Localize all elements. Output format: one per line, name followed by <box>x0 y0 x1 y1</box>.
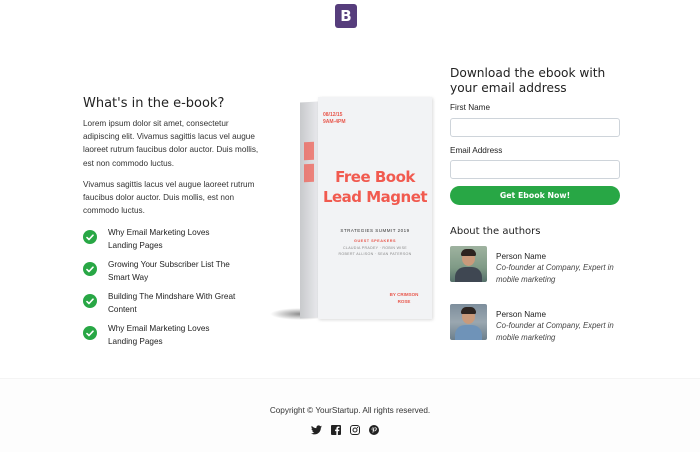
feature-item: Why Email Marketing Loves Landing Pages <box>83 227 263 252</box>
cover-title: Free Book Lead Magnet <box>318 167 432 207</box>
feature-label: Building The Mindshare With Great Conten… <box>108 292 236 314</box>
social-links <box>311 424 379 435</box>
author-role: Co-founder at Company, Expert in mobile … <box>496 321 614 342</box>
copyright-text: Copyright © YourStartup. All rights rese… <box>269 406 431 415</box>
contents-heading: What's in the e-book? <box>83 96 225 111</box>
logo-letter: B <box>340 7 352 25</box>
signup-heading: Download the ebook with your email addre… <box>450 66 606 95</box>
feature-item: Why Email Marketing Loves Landing Pages <box>83 323 263 348</box>
ebook-cover: 08/12/15 9AM-4PM Free Book Lead Magnet S… <box>318 97 432 319</box>
cover-speakers: CLAUDIA PRADEY · ROBIN WISE ROBERT ALLIS… <box>328 246 422 257</box>
cover-author: BY CRIMSON ROSE <box>384 292 424 305</box>
feature-label: Why Email Marketing Loves Landing Pages <box>108 228 210 250</box>
instagram-icon[interactable] <box>349 424 360 435</box>
cover-title-line-1: Free Book <box>335 168 415 186</box>
check-circle-icon <box>83 262 97 277</box>
book-spine <box>300 101 318 319</box>
feature-label: Growing Your Subscriber List The Smart W… <box>108 260 230 282</box>
cover-date-day: 08/12/15 <box>323 112 343 118</box>
author-card: Person Name Co-founder at Company, Exper… <box>450 304 620 343</box>
check-circle-icon <box>83 326 97 341</box>
bootstrap-logo[interactable]: B <box>335 4 357 28</box>
first-name-input[interactable] <box>450 118 620 137</box>
cover-summit: STRATEGIES SUMMIT 2019 <box>340 228 410 233</box>
cover-speakers-line-2: ROBERT ALLISON · SEAN PATERSON <box>338 251 412 256</box>
contents-paragraph-1: Lorem ipsum dolor sit amet, consectetur … <box>83 119 259 168</box>
avatar <box>450 304 487 340</box>
twitter-icon[interactable] <box>311 424 322 435</box>
cover-date-time: 9AM-4PM <box>323 119 346 125</box>
cover-author-line-2: ROSE <box>397 298 411 304</box>
author-name: Person Name <box>496 310 547 319</box>
author-card: Person Name Co-founder at Company, Exper… <box>450 246 620 285</box>
cover-title-line-2: Lead Magnet <box>322 188 428 206</box>
authors-heading: About the authors <box>450 226 541 237</box>
feature-list: Why Email Marketing Loves Landing Pages … <box>83 227 263 348</box>
footer: Copyright © YourStartup. All rights rese… <box>0 378 700 452</box>
check-circle-icon <box>83 230 97 245</box>
feature-item: Growing Your Subscriber List The Smart W… <box>83 259 263 284</box>
check-circle-icon <box>83 294 97 309</box>
email-label: Email Address <box>450 146 503 155</box>
feature-label: Why Email Marketing Loves Landing Pages <box>108 324 210 346</box>
author-name: Person Name <box>496 252 547 261</box>
first-name-label: First Name <box>450 103 491 112</box>
email-input[interactable] <box>450 160 620 179</box>
facebook-icon[interactable] <box>330 424 341 435</box>
cover-date: 08/12/15 9AM-4PM <box>323 112 346 126</box>
feature-item: Building The Mindshare With Great Conten… <box>83 291 263 316</box>
cover-author-line-1: BY CRIMSON <box>389 292 419 297</box>
ebook-contents-section: What's in the e-book? Lorem ipsum dolor … <box>83 96 263 355</box>
cover-guest-label: GUEST SPEAKERS <box>353 239 397 243</box>
author-role: Co-founder at Company, Expert in mobile … <box>496 263 614 284</box>
get-ebook-button[interactable]: Get Ebook Now! <box>450 186 620 205</box>
contents-paragraph-2: Vivamus sagittis lacus vel augue laoreet… <box>83 179 255 216</box>
pinterest-icon[interactable] <box>368 424 379 435</box>
signup-section: Download the ebook with your email addre… <box>450 66 620 342</box>
avatar <box>450 246 487 282</box>
